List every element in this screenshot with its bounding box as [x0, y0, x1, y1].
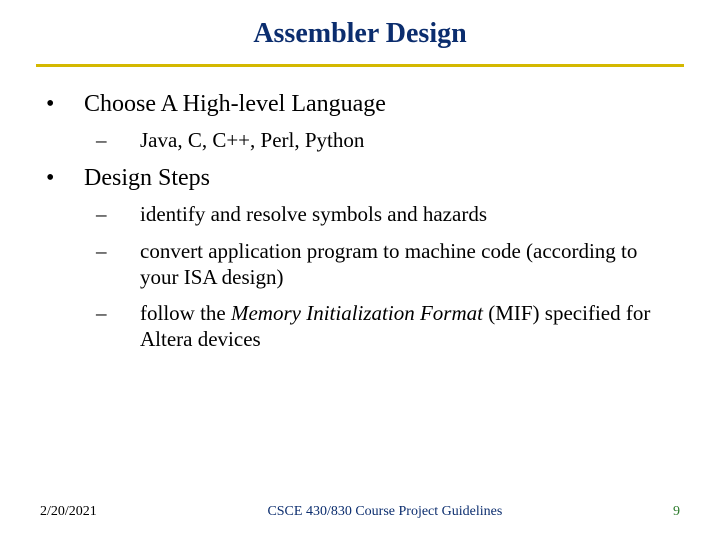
bullet-dash-icon: –	[96, 127, 140, 153]
bullet-text: Design Steps	[84, 163, 690, 193]
footer-page-number: 9	[673, 504, 680, 520]
bullet-text: Java, C, C++, Perl, Python	[140, 127, 690, 153]
bullet-text: convert application program to machine c…	[140, 238, 690, 291]
footer-course: CSCE 430/830 Course Project Guidelines	[267, 504, 502, 520]
slide: Assembler Design • Choose A High-level L…	[0, 0, 720, 540]
bullet-dash-icon: –	[96, 201, 140, 227]
bullet-level2: – follow the Memory Initialization Forma…	[30, 300, 690, 353]
bullet-level1: • Choose A High-level Language	[30, 89, 690, 119]
bullet-dot-icon: •	[46, 89, 84, 119]
bullet-dash-icon: –	[96, 238, 140, 291]
bullet-level1: • Design Steps	[30, 163, 690, 193]
bullet-dot-icon: •	[46, 163, 84, 193]
slide-title: Assembler Design	[30, 18, 690, 50]
footer: 2/20/2021 CSCE 430/830 Course Project Gu…	[0, 504, 720, 520]
title-underline	[36, 64, 684, 67]
bullet-level2: – identify and resolve symbols and hazar…	[30, 201, 690, 227]
bullet-text: follow the Memory Initialization Format …	[140, 300, 690, 353]
bullet-text: Choose A High-level Language	[84, 89, 690, 119]
footer-date: 2/20/2021	[40, 504, 97, 520]
bullet-level2: – convert application program to machine…	[30, 238, 690, 291]
bullet-level2: – Java, C, C++, Perl, Python	[30, 127, 690, 153]
content-area: • Choose A High-level Language – Java, C…	[30, 89, 690, 353]
text-run-italic: Memory Initialization Format	[231, 301, 483, 325]
bullet-dash-icon: –	[96, 300, 140, 353]
text-run: follow the	[140, 301, 231, 325]
bullet-text: identify and resolve symbols and hazards	[140, 201, 690, 227]
